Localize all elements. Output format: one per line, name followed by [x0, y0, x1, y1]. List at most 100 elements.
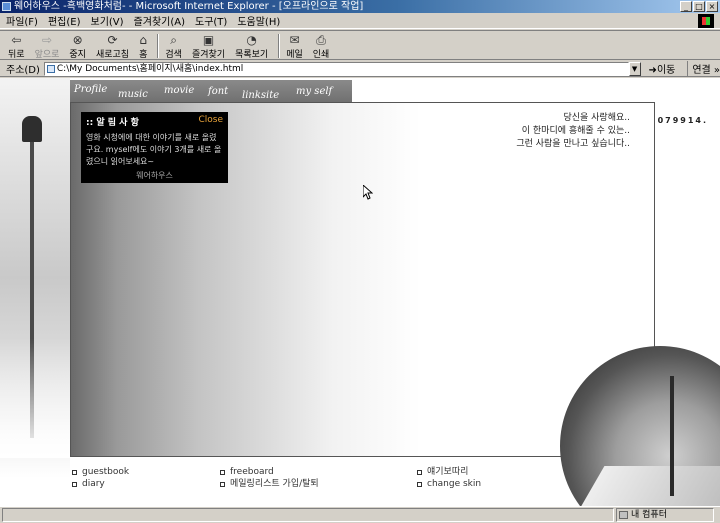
ie-app-icon	[2, 2, 11, 11]
lamp-head	[22, 116, 42, 142]
poem-line: 그런 사람을 만나고 싶습니다..	[516, 139, 630, 149]
mail-icon: ✉	[289, 33, 300, 47]
menu-view[interactable]: 보기(V)	[91, 13, 124, 28]
search-icon: ⌕	[170, 33, 178, 47]
links-button[interactable]: 연결 »	[687, 61, 720, 76]
back-arrow-icon: ⇦	[11, 33, 22, 47]
poem-text: 당신을 사랑해요.. 이 한마디에 흥해줄 수 있는.. 그런 사람을 만나고 …	[516, 112, 630, 151]
poem-line: 이 한마디에 흥해줄 수 있는..	[521, 126, 630, 136]
back-label: 뒤로	[8, 50, 25, 60]
street-lamp-image	[0, 78, 70, 478]
link-label: 얘기보따리	[427, 467, 469, 477]
address-bar: 주소(D) C:\My Documents\홈페이지\새홈\index.html…	[0, 61, 720, 77]
visitor-counter: 079914.	[657, 116, 708, 125]
bullet-icon	[220, 481, 225, 487]
status-message	[2, 508, 614, 522]
bullet-icon	[72, 469, 77, 475]
poem-line: 당신을 사랑해요..	[563, 113, 630, 123]
windows-logo-icon	[698, 14, 714, 28]
home-button[interactable]: ⌂ 홈	[139, 31, 147, 60]
maximize-button[interactable]: □	[693, 1, 705, 12]
favorites-button[interactable]: ▣ 즐겨찾기	[192, 31, 225, 60]
standard-toolbar: ⇦ 뒤로 ⇨ 앞으로 ⊗ 중지 ⟳ 새로고침 ⌂ 홈 ⌕ 검색 ▣ 즐겨찾기 ◔…	[0, 30, 720, 60]
photo-tree	[670, 376, 674, 496]
address-input[interactable]: C:\My Documents\홈페이지\새홈\index.html	[43, 61, 629, 76]
forward-label: 앞으로	[34, 50, 60, 60]
back-button[interactable]: ⇦ 뒤로	[8, 31, 25, 60]
printer-icon: ⎙	[316, 33, 326, 47]
refresh-button[interactable]: ⟳ 새로고침	[96, 31, 129, 60]
bullet-icon	[417, 481, 422, 487]
history-label: 목록보기	[235, 50, 269, 60]
nav-music[interactable]: music	[118, 89, 148, 100]
link-column-2: freeboard 메일링리스트 가입/탈퇴	[220, 466, 319, 490]
page-icon	[46, 64, 55, 73]
search-label: 검색	[165, 50, 182, 60]
stop-button[interactable]: ⊗ 중지	[69, 31, 86, 60]
link-column-3: 얘기보따리 change skin	[417, 466, 481, 490]
toolbar-separator	[278, 34, 281, 58]
lamp-fog	[0, 338, 70, 458]
refresh-icon: ⟳	[107, 33, 118, 47]
link-column-1: guestbook diary	[72, 466, 129, 490]
site-nav: Profile music movie font linksite my sel…	[70, 80, 352, 104]
photo-road	[575, 466, 720, 506]
search-button[interactable]: ⌕ 검색	[165, 31, 182, 60]
link-label: 메일링리스트 가입/탈퇴	[230, 479, 319, 489]
go-label: 이동	[656, 65, 676, 76]
menu-bar: 파일(F) 편집(E) 보기(V) 즐겨찾기(A) 도구(T) 도움말(H)	[0, 13, 720, 29]
print-button[interactable]: ⎙ 인쇄	[313, 31, 330, 60]
menu-edit[interactable]: 편집(E)	[48, 13, 81, 28]
computer-icon	[619, 511, 628, 519]
bullet-icon	[417, 469, 422, 475]
notice-body: 영화 시청에에 대한 이야기를 새로 올렸구요. myself에도 이야기 3개…	[86, 133, 222, 166]
address-dropdown-button[interactable]: ▼	[628, 61, 641, 76]
address-url: C:\My Documents\홈페이지\새홈\index.html	[56, 63, 244, 74]
nav-movie[interactable]: movie	[164, 85, 194, 96]
nav-profile[interactable]: Profile	[74, 84, 107, 95]
favorites-icon: ▣	[202, 33, 215, 47]
minimize-button[interactable]: _	[680, 1, 692, 12]
notice-heading: :: 알 림 사 항	[86, 118, 139, 128]
status-bar: 내 컴퓨터	[0, 506, 720, 523]
status-zone-label: 내 컴퓨터	[631, 510, 667, 520]
favorites-label: 즐겨찾기	[191, 50, 226, 60]
link-freeboard[interactable]: freeboard	[220, 466, 319, 478]
forward-button[interactable]: ⇨ 앞으로	[35, 31, 60, 60]
history-icon: ◔	[246, 33, 257, 47]
go-arrow-icon: ➜	[648, 65, 657, 76]
menu-favorites[interactable]: 즐겨찾기(A)	[134, 13, 185, 28]
forward-arrow-icon: ⇨	[41, 33, 53, 47]
link-mailing-list[interactable]: 메일링리스트 가입/탈퇴	[220, 478, 319, 490]
menu-help[interactable]: 도움말(H)	[237, 13, 280, 28]
link-label: guestbook	[82, 467, 130, 477]
nav-linksite[interactable]: linksite	[242, 90, 279, 101]
nav-font[interactable]: font	[208, 86, 228, 97]
toolbar-separator	[157, 34, 160, 58]
notice-close-button[interactable]: Close	[198, 115, 223, 128]
print-label: 인쇄	[312, 50, 330, 60]
window-title-bar: 웨어하우스 -흑백영화처럼- - Microsoft Internet Expl…	[0, 0, 720, 13]
menu-file[interactable]: 파일(F)	[6, 13, 38, 28]
nav-myself[interactable]: my self	[296, 86, 332, 97]
close-button[interactable]: ×	[706, 1, 718, 12]
mail-label: 메일	[286, 50, 303, 60]
home-icon: ⌂	[139, 33, 148, 47]
status-zone: 내 컴퓨터	[616, 508, 714, 522]
menu-tools[interactable]: 도구(T)	[195, 13, 227, 28]
page-content: Profile music movie font linksite my sel…	[0, 78, 720, 506]
link-change-skin[interactable]: change skin	[417, 478, 481, 490]
bullet-icon	[72, 481, 77, 487]
stop-label: 중지	[69, 50, 86, 60]
mail-button[interactable]: ✉ 메일	[286, 31, 303, 60]
history-button[interactable]: ◔ 목록보기	[235, 31, 268, 60]
notice-signature: 웨어하우스	[136, 171, 173, 180]
link-story-bag[interactable]: 얘기보따리	[417, 466, 481, 478]
notice-box: :: 알 림 사 항 Close 영화 시청에에 대한 이야기를 새로 올렸구요…	[81, 112, 228, 183]
go-button[interactable]: ➜이동	[649, 61, 676, 76]
link-diary[interactable]: diary	[72, 478, 129, 490]
link-guestbook[interactable]: guestbook	[72, 466, 129, 478]
link-label: change skin	[427, 479, 482, 489]
refresh-label: 새로고침	[95, 50, 130, 60]
bullet-icon	[220, 469, 225, 475]
